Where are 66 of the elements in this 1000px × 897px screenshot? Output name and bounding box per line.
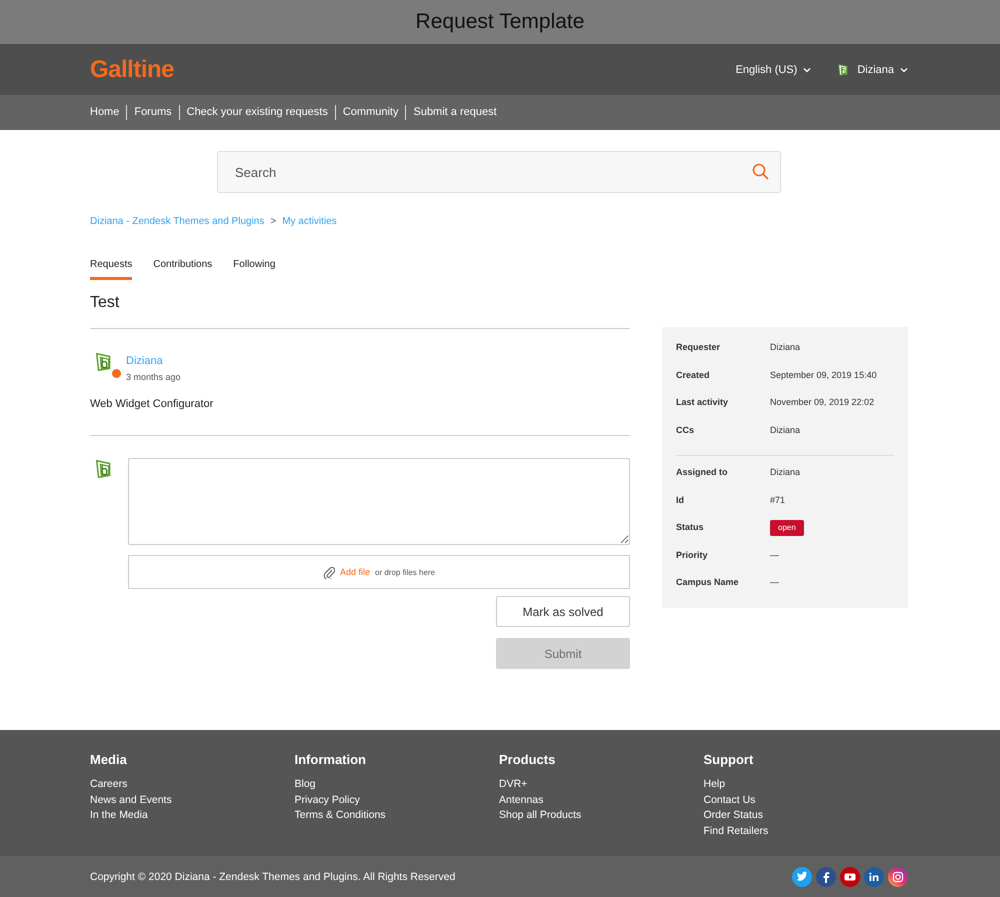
detail-label: Last activity bbox=[676, 396, 730, 409]
comment-time: 3 months ago bbox=[126, 372, 181, 382]
footer-link[interactable]: Privacy Policy bbox=[294, 792, 499, 808]
detail-label: CCs bbox=[676, 424, 696, 436]
detail-value: — bbox=[770, 576, 780, 589]
search-icon bbox=[752, 163, 769, 180]
caret-icon bbox=[803, 66, 812, 72]
footer-link[interactable]: News and Events bbox=[90, 792, 294, 808]
footer-heading: Information bbox=[294, 752, 367, 767]
tab[interactable]: Following bbox=[233, 259, 276, 280]
detail-value: Diziana bbox=[770, 424, 802, 436]
footer-link[interactable]: Order Status bbox=[704, 808, 908, 824]
search-field[interactable]: Search bbox=[217, 151, 781, 193]
paperclip-icon bbox=[322, 566, 335, 578]
tab[interactable]: Contributions bbox=[153, 259, 212, 280]
footer-link[interactable]: Terms & Conditions bbox=[294, 808, 499, 824]
footer-link[interactable]: Contact Us bbox=[704, 792, 908, 808]
footer-link[interactable]: Help bbox=[704, 777, 908, 792]
detail-label: Status bbox=[676, 521, 705, 534]
drop-hint: or drop files here bbox=[375, 568, 436, 576]
nav-link[interactable]: Submit a request bbox=[405, 105, 504, 120]
breadcrumb-separator: > bbox=[270, 216, 276, 227]
caret-icon bbox=[900, 66, 908, 72]
footer-link[interactable]: Antennas bbox=[499, 792, 704, 808]
footer-link[interactable]: Careers bbox=[90, 777, 294, 792]
detail-label: Id bbox=[676, 494, 685, 506]
play-icon[interactable] bbox=[840, 866, 860, 886]
reply-field[interactable] bbox=[128, 458, 630, 545]
f-letter-icon[interactable] bbox=[816, 866, 836, 886]
user-menu[interactable]: Diziana bbox=[837, 62, 908, 76]
file-drop-zone[interactable]: Add file or drop files here bbox=[128, 555, 630, 589]
language-dropdown[interactable]: English (US) bbox=[736, 64, 812, 76]
detail-value: Diziana bbox=[770, 466, 802, 479]
bird-icon[interactable] bbox=[792, 866, 812, 886]
detail-label: Requester bbox=[676, 341, 722, 354]
detail-value: — bbox=[770, 548, 780, 562]
detail-label: Assigned to bbox=[676, 466, 729, 479]
nav-link[interactable]: Forums bbox=[126, 105, 179, 120]
nav-link[interactable]: Home bbox=[90, 105, 126, 120]
camera-icon[interactable] bbox=[888, 866, 908, 886]
request-title: Test bbox=[90, 294, 120, 312]
comment-text: Web Widget Configurator bbox=[90, 398, 214, 410]
footer-link[interactable]: In the Media bbox=[90, 808, 294, 824]
user-badge-icon bbox=[112, 369, 121, 378]
detail-label: Created bbox=[676, 368, 711, 382]
detail-value: November 09, 2019 22:02 bbox=[770, 396, 876, 409]
detail-value: Diziana bbox=[770, 341, 802, 354]
footer-link[interactable]: DVR+ bbox=[499, 777, 704, 792]
status-badge: open bbox=[770, 520, 804, 536]
footer-link[interactable]: Shop all Products bbox=[499, 808, 704, 824]
copyright-text: Copyright © 2020 Diziana - Zendesk Themes and Plugins. All Rights Reserved bbox=[90, 870, 456, 882]
footer-link[interactable]: Blog bbox=[294, 777, 499, 792]
footer-link[interactable]: Find Retailers bbox=[704, 824, 908, 839]
footer-heading: Products bbox=[499, 752, 556, 767]
footer-heading: Support bbox=[704, 752, 754, 767]
footer-heading: Media bbox=[90, 752, 128, 767]
mark-solved-button[interactable]: Mark as solved bbox=[496, 596, 630, 627]
detail-value: #71 bbox=[770, 494, 786, 506]
in-letters-icon[interactable] bbox=[864, 866, 884, 886]
nav-link[interactable]: Community bbox=[334, 105, 406, 120]
nav-link[interactable]: Check your existing requests bbox=[178, 105, 335, 120]
detail-value: September 09, 2019 15:40 bbox=[770, 368, 878, 382]
window-title: Request Template bbox=[416, 10, 584, 34]
detail-label: Priority bbox=[676, 548, 709, 562]
tab[interactable]: Requests bbox=[90, 259, 132, 280]
detail-label: Campus Name bbox=[676, 576, 740, 589]
